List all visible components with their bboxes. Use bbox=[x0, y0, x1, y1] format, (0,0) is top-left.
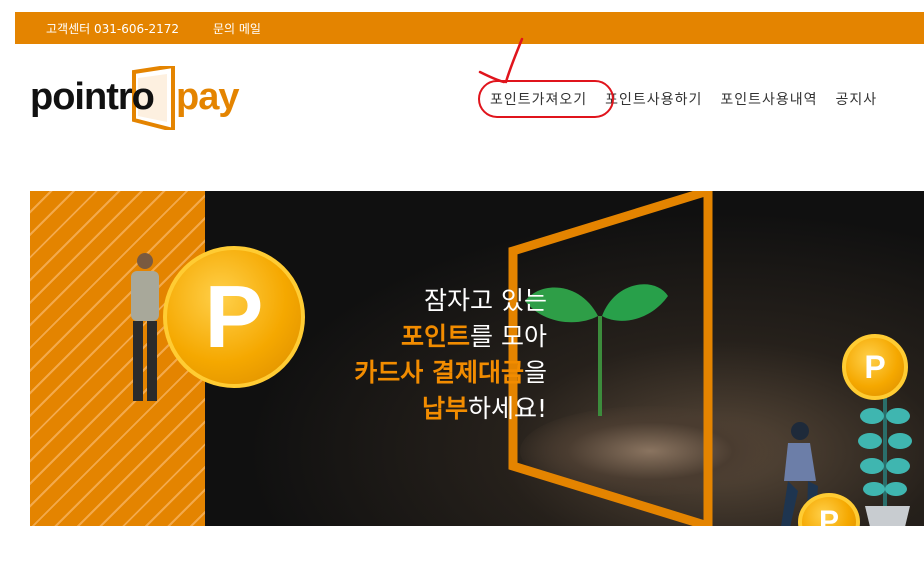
headline-highlight-points: 포인트 bbox=[401, 322, 471, 351]
site-logo[interactable]: pointro pay bbox=[30, 66, 250, 130]
headline-line-2-rest: 를 모아 bbox=[470, 322, 547, 351]
coin-p-large: P bbox=[163, 246, 305, 388]
headline-line-2: 포인트를 모아 bbox=[302, 319, 547, 355]
logo-text-pay: pay bbox=[176, 76, 239, 118]
coin-letter: P bbox=[864, 348, 886, 385]
coin-p-tree-top: P bbox=[842, 334, 908, 400]
customer-center-phone[interactable]: 고객센터 031-606-2172 bbox=[46, 20, 179, 37]
banner-headline: 잠자고 있는 포인트를 모아 카드사 결제대금을 납부하세요! bbox=[302, 283, 547, 427]
headline-highlight-card-payment: 카드사 결제대금 bbox=[354, 358, 524, 387]
headline-line-4-rest: 하세요! bbox=[467, 394, 547, 423]
coin-letter: P bbox=[818, 505, 839, 526]
headline-highlight-pay: 납부 bbox=[421, 394, 468, 423]
inquiry-email-link[interactable]: 문의 메일 bbox=[213, 20, 261, 37]
coin-letter: P bbox=[204, 267, 264, 366]
hero-banner[interactable]: P 잠자고 있는 포인트를 모아 카드사 결제대금을 납부하세요! P P bbox=[30, 191, 924, 526]
headline-line-3-rest: 을 bbox=[523, 358, 547, 387]
headline-line-4: 납부하세요! bbox=[302, 391, 547, 427]
headline-line-3: 카드사 결제대금을 bbox=[302, 355, 547, 391]
nav-item-use-points[interactable]: 포인트사용하기 bbox=[605, 89, 702, 109]
annotation-arrow-icon bbox=[478, 37, 524, 84]
nav-item-point-history[interactable]: 포인트사용내역 bbox=[720, 89, 817, 109]
nav-item-notice[interactable]: 공지사 bbox=[836, 89, 878, 109]
headline-line-1: 잠자고 있는 bbox=[424, 286, 547, 315]
logo-text-pointro: pointro bbox=[30, 76, 155, 118]
